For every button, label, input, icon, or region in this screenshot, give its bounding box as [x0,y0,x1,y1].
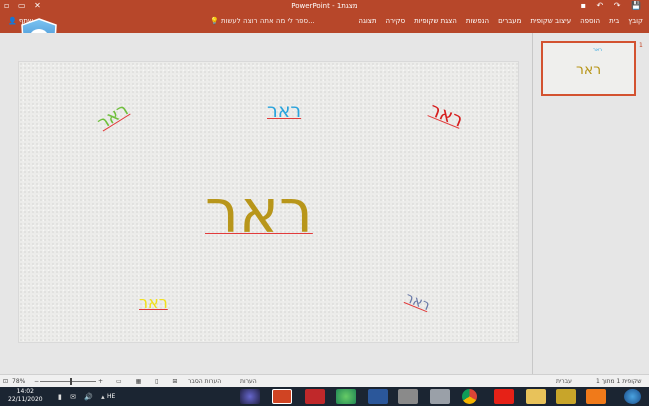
thumb-word-center: ראר [576,62,602,78]
tab-transitions[interactable]: מעברים [498,17,521,25]
tell-me-text: ספר לי מה אתה רוצה לעשות... [220,17,315,25]
quick-access-toolbar[interactable]: ▪ ↶ ↷ 💾 [581,1,645,10]
app-puzzle-icon[interactable] [305,389,325,404]
status-bar: ⊡ 78% − + ▭ ▦ ▯ ⊞ הערות הסבר הערות עברית… [0,374,649,387]
app-explorer-icon[interactable] [430,389,450,404]
zoom-level[interactable]: 78% [12,378,25,385]
ribbon: קובץ בית הוספה עיצוב שקופית מעברים הנפשו… [0,13,649,33]
tab-insert[interactable]: הוספה [580,17,600,25]
fit-to-window-icon[interactable]: ⊡ [3,378,8,385]
tab-slideshow[interactable]: הצגת שקופיות [414,17,457,25]
system-tray-icons[interactable]: ▮ ✉ 🔊 ▴ [58,393,108,401]
slide-word-topcenter[interactable]: ראר [267,102,301,121]
app-word-icon[interactable] [368,389,388,404]
slide-word-bottomright[interactable]: ראר [403,290,432,314]
powerpoint-window: ▫ ▭ ✕ PowerPoint - מצגת1 ▪ ↶ ↷ 💾 קובץ בי… [0,0,649,406]
slide-word-topleft[interactable]: ראר [94,99,133,134]
app-powerpoint-icon[interactable] [272,389,292,404]
slide-thumbnails-pane: ראר ראר 1 [533,33,649,374]
window-title: PowerPoint - מצגת1 [291,2,358,10]
zoom-slider-knob[interactable] [70,378,72,385]
slide-word-topright[interactable]: ראר [426,98,466,131]
slide-canvas[interactable]: ראר ראר ראר ראר ראר ראר [18,61,519,343]
comments-button[interactable]: הערות הסבר [188,378,221,385]
windows-start-icon[interactable] [624,389,641,404]
app-archive-icon[interactable] [556,389,576,404]
tab-home[interactable]: בית [609,17,619,25]
slide-thumbnail-1[interactable]: ראר ראר [541,41,636,96]
app-video-player-icon[interactable] [586,389,606,404]
tab-file[interactable]: קובץ [628,17,643,25]
slide-word-center[interactable]: ראר [205,182,313,242]
thumbnail-number: 1 [639,42,643,49]
zoom-out-button[interactable]: − [34,378,39,385]
tab-view[interactable]: תצוגה [358,17,376,25]
clock-time: 14:02 [16,388,34,395]
app-youtube-icon[interactable] [494,389,514,404]
taskbar-language[interactable]: HE [107,393,115,400]
thumb-word-small: ראר [593,47,602,53]
zoom-slider[interactable] [40,381,96,382]
slide-counter: שקופית 1 מתוך 1 [596,378,642,385]
tell-me-search[interactable]: 💡 ספר לי מה אתה רוצה לעשות... [210,17,315,25]
clock-date: 22/11/2020 [8,396,43,403]
ribbon-tabs: קובץ בית הוספה עיצוב שקופית מעברים הנפשו… [358,17,643,25]
tab-review[interactable]: סקירה [386,17,406,25]
tab-animations[interactable]: הנפשות [466,17,489,25]
language-indicator[interactable]: עברית [556,378,572,385]
view-buttons[interactable]: ▭ ▦ ▯ ⊞ [116,378,183,385]
app-chrome-icon[interactable] [462,389,477,404]
zoom-in-button[interactable]: + [98,378,103,385]
app-network-icon[interactable] [240,389,260,404]
slide-word-bottomleft[interactable]: ראר [139,295,168,311]
app-folder-icon[interactable] [526,389,546,404]
title-bar: ▫ ▭ ✕ PowerPoint - מצגת1 ▪ ↶ ↷ 💾 [0,0,649,13]
tab-design[interactable]: עיצוב שקופית [530,17,571,25]
windows-taskbar: 14:02 22/11/2020 ▮ ✉ 🔊 ▴ HE [0,387,649,406]
taskbar-clock[interactable]: 14:02 22/11/2020 [8,388,43,404]
app-media-center-icon[interactable] [336,389,356,404]
app-files-icon[interactable] [398,389,418,404]
slide-editor: ראר ראר ראר ראר ראר ראר [0,33,532,374]
notes-button[interactable]: הערות [240,378,257,385]
